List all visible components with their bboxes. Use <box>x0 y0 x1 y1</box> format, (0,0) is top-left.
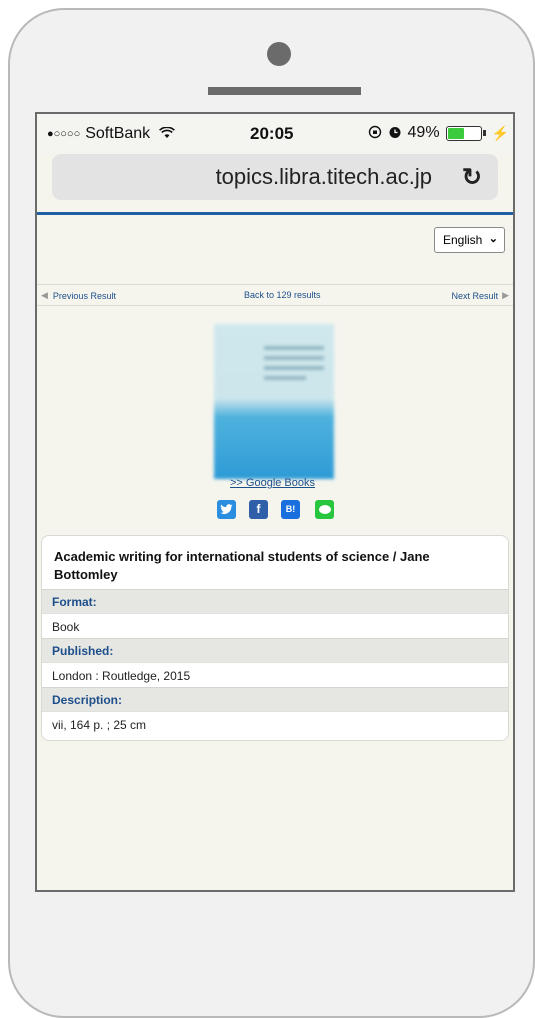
battery-percent: 49% <box>407 124 440 141</box>
chevron-down-icon: ⌄ <box>488 233 498 245</box>
status-bar: ●○○○○ SoftBank 20:05 49% ⚡ <box>37 114 513 154</box>
language-select[interactable]: English ⌄ <box>434 227 505 253</box>
published-label: Published: <box>42 638 508 662</box>
battery-tip <box>482 130 486 136</box>
wifi-icon <box>159 126 176 142</box>
record-card: Academic writing for international stude… <box>41 535 509 741</box>
charging-bolt-icon: ⚡ <box>491 124 509 141</box>
description-label: Description: <box>42 687 508 711</box>
carrier-name: SoftBank <box>85 125 151 142</box>
camera <box>267 42 291 66</box>
next-result-label: Next Result <box>451 290 499 301</box>
previous-result-label: Previous Result <box>52 290 116 301</box>
back-to-results-link[interactable]: Back to 129 results <box>244 290 321 300</box>
triangle-right-icon: ▶ <box>502 290 509 300</box>
reload-icon[interactable]: ↻ <box>462 163 482 192</box>
speaker <box>208 87 361 95</box>
published-value: London : Routledge, 2015 <box>42 662 508 687</box>
previous-result-link[interactable]: ◀ Previous Result <box>41 290 116 301</box>
description-value: vii, 164 p. ; 25 cm <box>42 711 508 736</box>
phone-screen: ●○○○○ SoftBank 20:05 49% ⚡ topics.libra.… <box>35 112 515 892</box>
google-books-link[interactable]: >> Google Books <box>230 477 315 489</box>
next-result-link[interactable]: Next Result ▶ <box>452 290 509 301</box>
signal-strength: ●○○○○ <box>47 128 81 140</box>
header-divider <box>37 212 513 215</box>
language-selected: English <box>443 233 483 247</box>
triangle-left-icon: ◀ <box>41 290 48 300</box>
format-label: Format: <box>42 589 508 613</box>
twitter-icon[interactable] <box>217 500 236 519</box>
nav-divider-bottom <box>37 305 513 306</box>
battery-level <box>447 127 465 139</box>
clock: 20:05 <box>250 124 294 143</box>
nav-divider-top <box>37 284 513 285</box>
rotation-lock-icon <box>368 125 382 142</box>
format-value: Book <box>42 613 508 638</box>
battery-icon <box>445 125 482 141</box>
facebook-icon[interactable]: f <box>249 500 268 519</box>
hatena-bookmark-icon[interactable]: B! <box>281 500 300 519</box>
book-cover-image[interactable] <box>214 324 334 479</box>
line-icon[interactable] <box>315 500 334 519</box>
address-bar[interactable]: topics.libra.titech.ac.jp ↻ <box>52 154 498 200</box>
alarm-icon <box>388 125 402 142</box>
url-text: topics.libra.titech.ac.jp <box>215 164 432 189</box>
record-title: Academic writing for international stude… <box>54 549 430 582</box>
